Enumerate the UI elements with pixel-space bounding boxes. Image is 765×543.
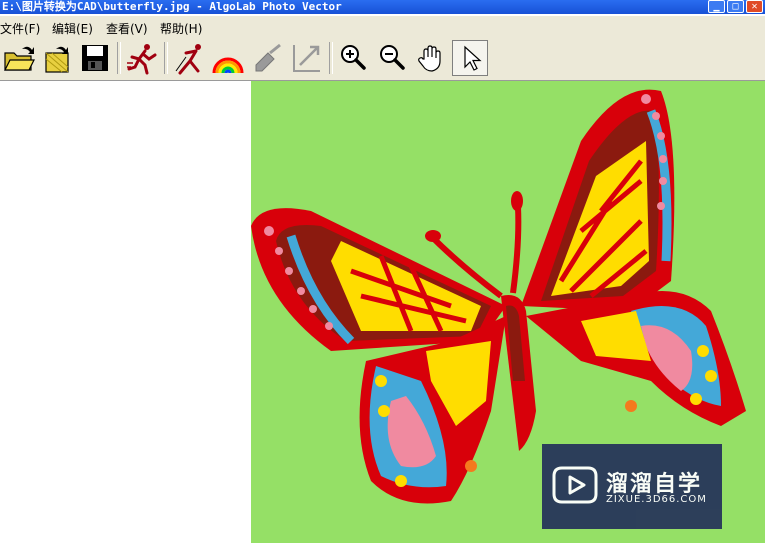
rainbow-colors-icon bbox=[212, 57, 244, 74]
title-bar: E:\图片转换为CAD\butterfly.jpg - AlgoLab Phot… bbox=[0, 0, 765, 14]
menu-view[interactable]: 查看(V) bbox=[106, 20, 148, 37]
menu-bar: 文件(F) 编辑(E) 查看(V) 帮助(H) bbox=[0, 16, 765, 38]
save-button[interactable] bbox=[77, 40, 113, 76]
resize-arrow-icon bbox=[293, 45, 320, 72]
toolbar-separator bbox=[164, 42, 168, 74]
trace-button[interactable] bbox=[171, 40, 207, 76]
eraser-button[interactable] bbox=[249, 40, 285, 76]
open-folder-icon bbox=[4, 46, 35, 71]
maximize-button[interactable]: □ bbox=[727, 0, 744, 13]
menu-edit[interactable]: 编辑(E) bbox=[52, 20, 93, 37]
zoom-in-icon bbox=[341, 45, 366, 70]
close-button[interactable]: ✕ bbox=[746, 0, 763, 13]
toolbar bbox=[0, 38, 765, 81]
watermark-badge: 溜溜自学 ZIXUE.3D66.COM bbox=[542, 444, 722, 529]
resize-button[interactable] bbox=[289, 40, 325, 76]
open-folder-button[interactable] bbox=[1, 40, 37, 76]
run-vectorize-icon bbox=[127, 44, 157, 75]
left-pane bbox=[0, 81, 251, 543]
window-title: E:\图片转换为CAD\butterfly.jpg - AlgoLab Phot… bbox=[2, 0, 342, 13]
pointer-button[interactable] bbox=[452, 40, 488, 76]
watermark-brand-en: ZIXUE.3D66.COM bbox=[606, 494, 707, 505]
eraser-icon bbox=[255, 43, 281, 72]
save-disk-icon bbox=[82, 45, 108, 71]
menu-file[interactable]: 文件(F) bbox=[0, 20, 40, 37]
menu-help[interactable]: 帮助(H) bbox=[160, 20, 202, 37]
pan-button[interactable] bbox=[413, 40, 449, 76]
open-document-icon bbox=[45, 46, 69, 73]
run-figure-icon bbox=[175, 44, 201, 75]
vectorize-button[interactable] bbox=[124, 40, 160, 76]
play-logo-icon bbox=[552, 466, 598, 504]
toolbar-separator bbox=[329, 42, 333, 74]
zoom-out-button[interactable] bbox=[374, 40, 410, 76]
hand-pan-icon bbox=[418, 45, 441, 72]
zoom-in-button[interactable] bbox=[335, 40, 371, 76]
colors-button[interactable] bbox=[210, 40, 246, 76]
arrow-pointer-icon bbox=[464, 45, 482, 71]
toolbar-separator bbox=[117, 42, 121, 74]
open-document-button[interactable] bbox=[39, 40, 75, 76]
zoom-out-icon bbox=[380, 45, 405, 70]
minimize-button[interactable]: ▁ bbox=[708, 0, 725, 13]
